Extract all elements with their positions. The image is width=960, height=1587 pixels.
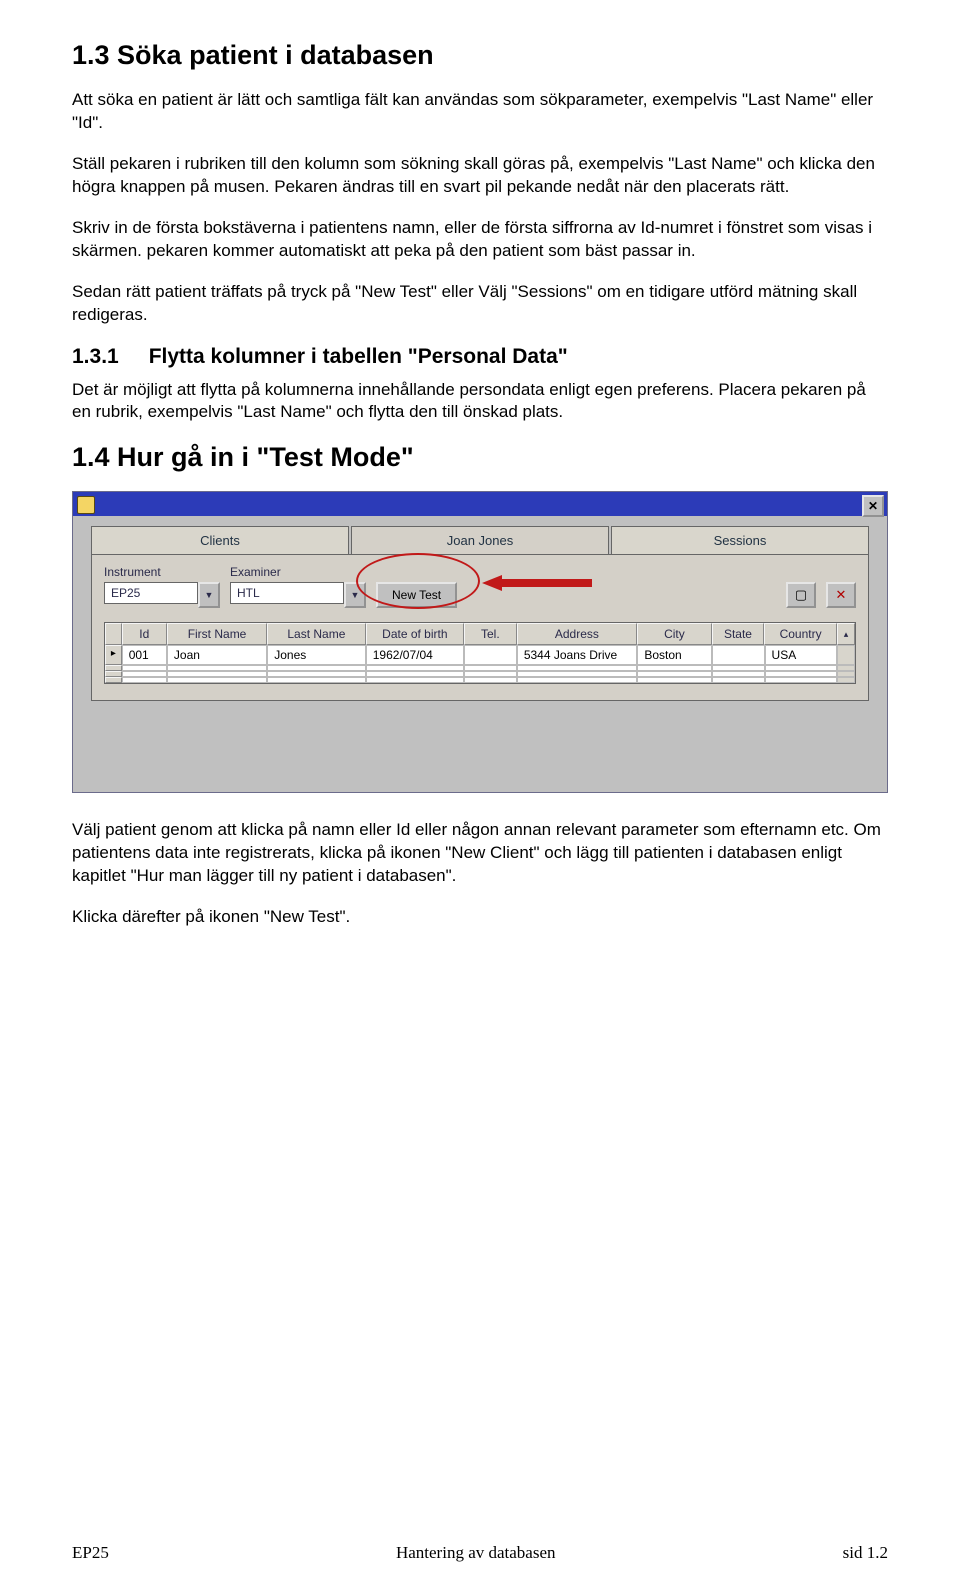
delete-icon: ✕ [836,587,847,603]
scroll-up-button[interactable]: ▴ [837,623,855,645]
system-menu-icon[interactable] [77,496,95,514]
cell-last-name: Jones [267,645,366,665]
cell-first-name: Joan [167,645,267,665]
scrollbar-track[interactable] [837,645,855,665]
column-header-state[interactable]: State [712,623,765,645]
cell-country: USA [765,645,838,665]
column-header-city[interactable]: City [637,623,712,645]
row-pointer-icon: ▸ [105,645,122,665]
column-header-country[interactable]: Country [764,623,837,645]
column-header-dob[interactable]: Date of birth [366,623,464,645]
new-client-button[interactable]: ▢ [786,582,816,608]
tab-sessions[interactable]: Sessions [611,526,869,554]
column-header-id[interactable]: Id [122,623,167,645]
examiner-select[interactable]: HTL ▼ [230,582,366,608]
table-row[interactable] [105,677,855,683]
instrument-value: EP25 [104,582,198,604]
new-test-button[interactable]: New Test [376,582,457,608]
table-row[interactable]: ▸ 001 Joan Jones 1962/07/04 5344 Joans D… [105,645,855,665]
heading-1-3-1-title: Flytta kolumner i tabellen "Personal Dat… [149,345,568,369]
tab-current-client[interactable]: Joan Jones [351,526,609,554]
paragraph: Välj patient genom att klicka på namn el… [72,819,888,888]
cell-city: Boston [637,645,712,665]
page-footer: EP25 Hantering av databasen sid 1.2 [72,1543,888,1563]
cell-dob: 1962/07/04 [366,645,465,665]
paragraph: Skriv in de första bokstäverna i patient… [72,217,888,263]
paragraph: Sedan rätt patient träffats på tryck på … [72,281,888,327]
examiner-value: HTL [230,582,344,604]
heading-1-3-1-number: 1.3.1 [72,345,119,369]
chevron-down-icon[interactable]: ▼ [198,582,220,608]
clients-table: Id First Name Last Name Date of birth Te… [104,622,856,684]
cell-tel [464,645,517,665]
column-header-last-name[interactable]: Last Name [267,623,365,645]
footer-left: EP25 [72,1543,109,1563]
cell-state [712,645,765,665]
paragraph: Klicka därefter på ikonen "New Test". [72,906,888,929]
heading-1-3: 1.3 Söka patient i databasen [72,40,888,71]
instrument-label: Instrument [104,565,220,579]
table-header-row: Id First Name Last Name Date of birth Te… [105,623,855,645]
row-selector-header [105,623,122,645]
examiner-label: Examiner [230,565,366,579]
footer-center: Hantering av databasen [396,1543,556,1563]
paragraph: Att söka en patient är lätt och samtliga… [72,89,888,135]
document-icon: ▢ [795,587,807,603]
instrument-select[interactable]: EP25 ▼ [104,582,220,608]
delete-client-button[interactable]: ✕ [826,582,856,608]
app-window: ✕ Clients Joan Jones Sessions Instrument… [72,491,888,793]
heading-1-4: 1.4 Hur gå in i "Test Mode" [72,442,888,473]
paragraph: Det är möjligt att flytta på kolumnerna … [72,379,888,425]
paragraph: Ställ pekaren i rubriken till den kolumn… [72,153,888,199]
footer-right: sid 1.2 [843,1543,888,1563]
window-titlebar: ✕ [73,492,887,516]
chevron-down-icon[interactable]: ▼ [344,582,366,608]
tab-clients[interactable]: Clients [91,526,349,554]
cell-address: 5344 Joans Drive [517,645,638,665]
column-header-tel[interactable]: Tel. [464,623,517,645]
column-header-address[interactable]: Address [517,623,637,645]
cell-id: 001 [122,645,167,665]
close-icon: ✕ [868,499,878,513]
column-header-first-name[interactable]: First Name [167,623,267,645]
window-close-button[interactable]: ✕ [862,495,884,517]
